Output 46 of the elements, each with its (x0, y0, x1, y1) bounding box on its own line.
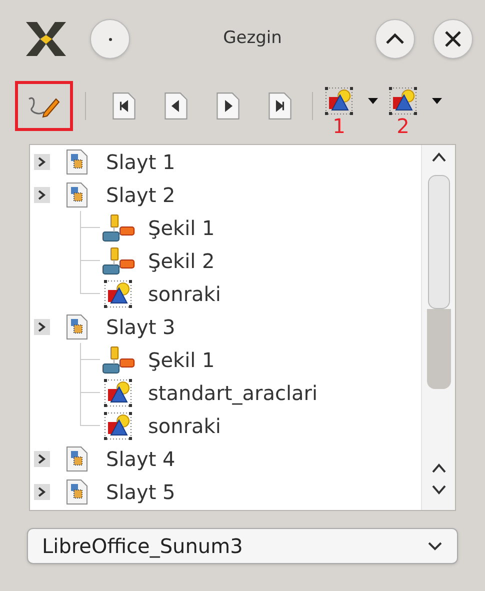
chevron-down-icon (427, 541, 443, 551)
scrollbar-thumb[interactable] (428, 175, 450, 309)
slide-icon (66, 478, 88, 504)
object-icon (103, 410, 133, 440)
slide-label[interactable]: Slayt 4 (106, 444, 176, 474)
scroll-up-icon[interactable] (430, 462, 446, 474)
object-label[interactable]: sonraki (148, 410, 221, 440)
object-label[interactable]: standart_araclari (148, 378, 318, 408)
app-logo-icon (24, 20, 68, 58)
shade-button[interactable] (375, 19, 415, 59)
first-slide-icon[interactable] (112, 92, 136, 120)
shapes-icon (101, 246, 135, 274)
object-label[interactable]: sonraki (148, 278, 221, 308)
caret-icon[interactable] (432, 98, 442, 104)
object-tool-icon (324, 86, 354, 116)
object-icon (103, 378, 133, 408)
slide-label[interactable]: Slayt 2 (106, 180, 176, 210)
slide-label[interactable]: Slayt 5 (106, 476, 176, 506)
slide-icon (66, 446, 88, 472)
caret-icon[interactable] (368, 98, 378, 104)
object-label[interactable]: Şekil 2 (148, 246, 215, 276)
window-title: Gezgin (222, 27, 283, 50)
draw-button[interactable] (15, 81, 73, 131)
shapes-icon (101, 214, 135, 242)
last-slide-icon[interactable] (268, 92, 292, 120)
slide-label[interactable]: Slayt 3 (106, 312, 176, 342)
document-dropdown[interactable]: LibreOffice_Sunum3 (27, 528, 458, 564)
shapes-icon (101, 346, 135, 374)
callout-number: 2 (396, 116, 410, 136)
object-icon (103, 278, 133, 308)
close-icon (444, 30, 462, 48)
callout-number: 1 (332, 116, 346, 136)
scroll-down-icon[interactable] (430, 484, 446, 496)
next-slide-icon[interactable] (216, 92, 240, 120)
object-label[interactable]: Şekil 1 (148, 344, 215, 374)
slide-icon (66, 182, 88, 208)
chevron-up-icon (385, 33, 405, 45)
object-tool-icon (388, 86, 418, 116)
previous-slide-icon[interactable] (164, 92, 188, 120)
close-button[interactable] (433, 19, 473, 59)
object-label[interactable]: Şekil 1 (148, 212, 215, 242)
scroll-up-icon[interactable] (430, 151, 446, 163)
slide-icon (66, 148, 88, 174)
slide-icon (66, 314, 88, 340)
slide-label[interactable]: Slayt 1 (106, 146, 176, 176)
scrollbar[interactable] (421, 145, 455, 510)
